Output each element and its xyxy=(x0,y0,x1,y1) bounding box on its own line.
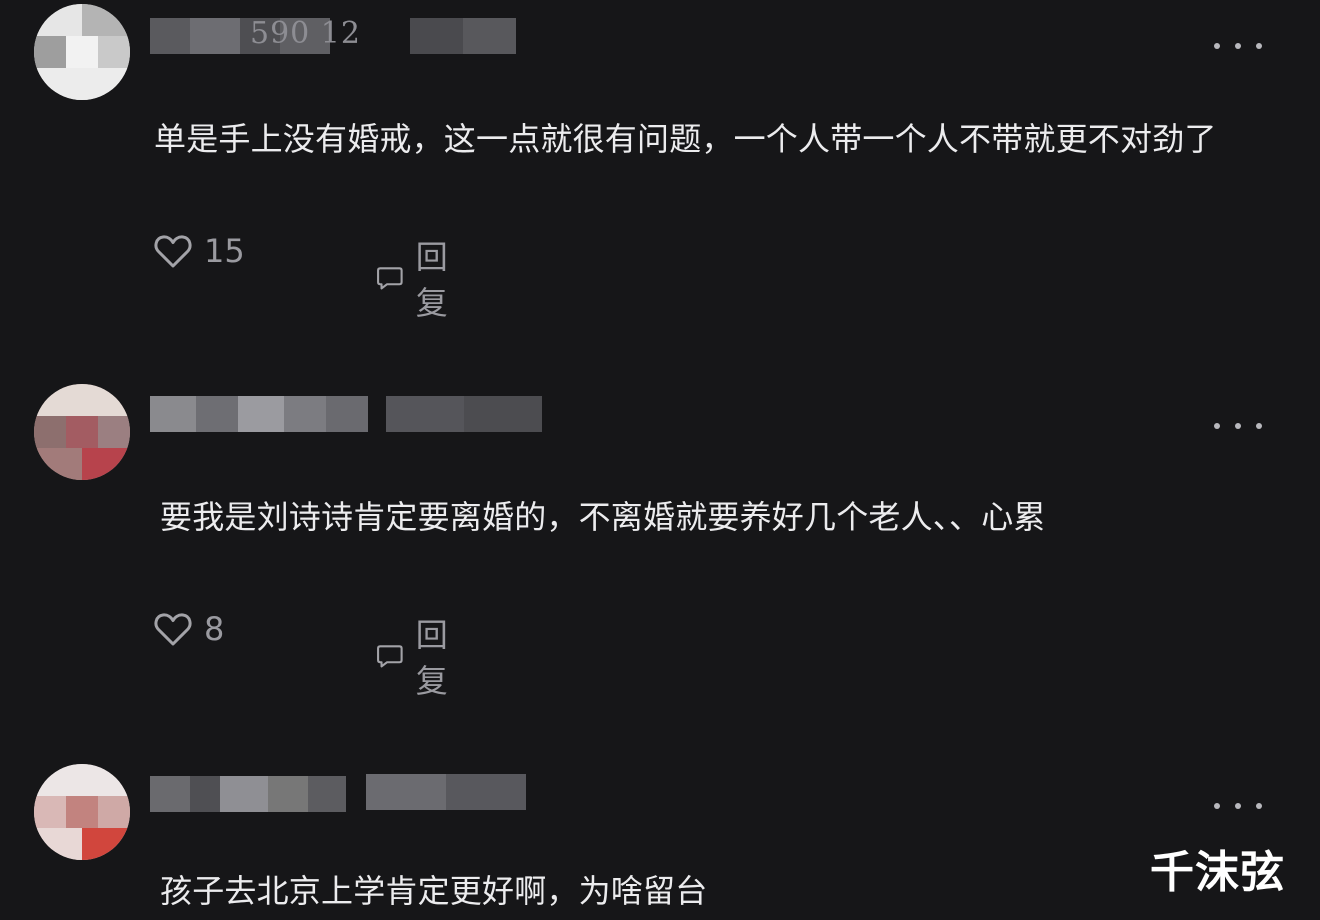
username-blurred[interactable] xyxy=(150,776,346,812)
comment-item: 孩子去北京上学肯定更好啊，为啥留台 xyxy=(0,750,1320,920)
comment-text: 要我是刘诗诗肯定要离婚的，不离婚就要养好几个老人、、心累 xyxy=(160,498,1046,536)
comment-text: 单是手上没有婚戒，这一点就很有问题，一个人带一个人不带就更不对劲了 xyxy=(154,120,1217,158)
watermark: 千沫弦 xyxy=(1150,847,1285,898)
more-dots-icon xyxy=(1214,423,1220,429)
reply-button[interactable]: 回复 xyxy=(376,232,460,324)
timestamp-blurred xyxy=(386,396,542,432)
comment-meta: 590 12 xyxy=(250,16,361,51)
reply-label: 回复 xyxy=(415,616,448,700)
heart-outline-icon xyxy=(154,235,192,268)
comment-item: 590 12 单是手上没有婚戒，这一点就很有问题，一个人带一个人不带就更不对劲了… xyxy=(0,0,1320,360)
timestamp-blurred xyxy=(366,774,526,810)
more-options-button[interactable] xyxy=(1214,796,1262,816)
comment-item: 要我是刘诗诗肯定要离婚的，不离婚就要养好几个老人、、心累 8 回复 xyxy=(0,370,1320,750)
more-options-button[interactable] xyxy=(1214,416,1262,436)
reply-label: 回复 xyxy=(415,238,448,322)
username-blurred[interactable] xyxy=(150,396,368,432)
like-button[interactable]: 15 xyxy=(154,232,245,270)
heart-outline-icon xyxy=(154,613,192,646)
like-count: 15 xyxy=(204,232,245,270)
more-dots-icon xyxy=(1214,43,1220,49)
more-options-button[interactable] xyxy=(1214,36,1262,56)
reply-button[interactable]: 回复 xyxy=(376,610,460,702)
avatar[interactable] xyxy=(34,4,130,100)
comment-text: 孩子去北京上学肯定更好啊，为啥留台 xyxy=(160,872,708,910)
avatar[interactable] xyxy=(34,764,130,860)
like-count: 8 xyxy=(204,610,225,648)
comment-feed: 590 12 单是手上没有婚戒，这一点就很有问题，一个人带一个人不带就更不对劲了… xyxy=(0,0,1320,920)
more-dots-icon xyxy=(1214,803,1220,809)
like-button[interactable]: 8 xyxy=(154,610,224,648)
avatar[interactable] xyxy=(34,384,130,480)
comment-bubble-icon xyxy=(377,267,403,290)
comment-bubble-icon xyxy=(377,645,403,668)
timestamp-blurred xyxy=(410,18,516,54)
